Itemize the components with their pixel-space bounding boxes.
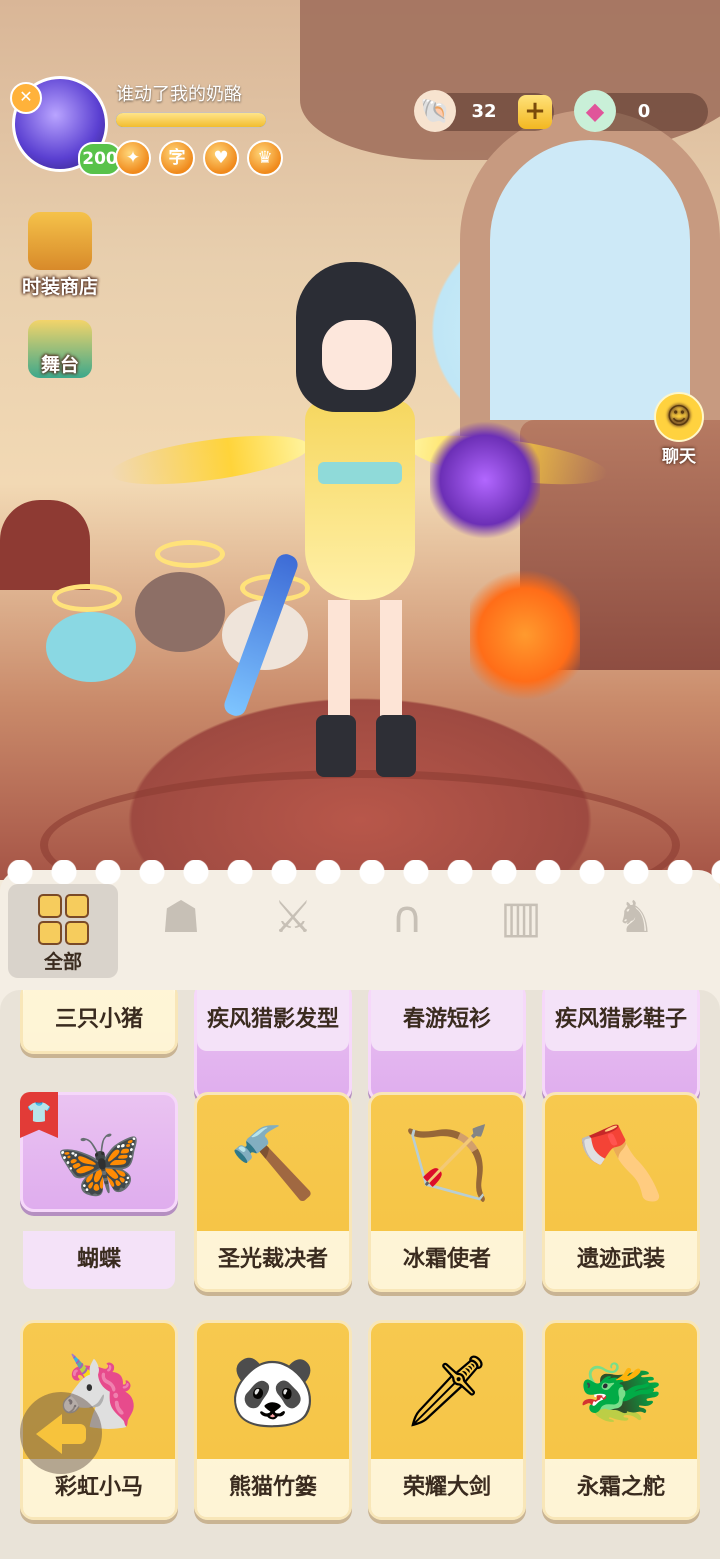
pet-icon: ♞: [615, 892, 655, 943]
axe-icon: 🪓: [577, 1121, 665, 1204]
character-face: [322, 320, 392, 390]
item-label: 冰霜使者: [371, 1231, 523, 1289]
tab-all-label: 全部: [43, 951, 82, 973]
player-name: 谁动了我的奶酪: [116, 84, 242, 105]
word-medal-icon[interactable]: 字: [159, 140, 195, 176]
character-boot: [376, 715, 416, 777]
tab-clothes[interactable]: ▥: [466, 884, 576, 978]
gem-amount: 0: [637, 101, 651, 122]
tab-hair[interactable]: ∩: [352, 884, 462, 978]
exp-bar: [115, 112, 267, 128]
player-avatar[interactable]: ✕ 200: [10, 76, 122, 176]
hammer-icon: 🔨: [229, 1121, 317, 1204]
chat-label: 聊天: [662, 447, 696, 467]
item-label: 疾风猎影鞋子: [545, 990, 697, 1051]
shop-icon: [28, 212, 92, 270]
stage-button[interactable]: 舞台: [8, 320, 112, 378]
item-card-frost-helm[interactable]: 🐲 永霜之舵: [542, 1320, 700, 1520]
weapon-icon: ⚔: [273, 892, 313, 943]
item-card[interactable]: 春游短衫: [368, 990, 526, 1102]
crown-medal-icon[interactable]: ♛: [247, 140, 283, 176]
hair-icon: ∩: [390, 892, 424, 943]
greatsword-icon: 🗡: [402, 1349, 492, 1432]
item-label: 遗迹武装: [545, 1231, 697, 1289]
currency-shells: 🐚 32 +: [414, 90, 554, 132]
fashion-shop-button[interactable]: 时装商店: [8, 212, 112, 299]
stage-label: 舞台: [40, 354, 79, 376]
character-leg: [380, 600, 402, 720]
character-boot: [316, 715, 356, 777]
item-card-frost-envoy[interactable]: 🏹 冰霜使者: [368, 1092, 526, 1292]
character-body: [305, 400, 415, 600]
bamboo-basket-icon: 🐼: [229, 1349, 317, 1432]
item-grid[interactable]: 三只小猪 疾风猎影发型 春游短衫 疾风猎影鞋子 👕 🦋 蝴蝶 🔨 圣光裁决者 🏹…: [0, 990, 720, 1559]
item-card-butterfly[interactable]: 👕 🦋 蝴蝶: [20, 1092, 178, 1289]
tab-pet[interactable]: ♞: [580, 884, 690, 978]
star-medal-icon[interactable]: ✦: [115, 140, 151, 176]
gem-icon: ◆: [574, 90, 616, 132]
character-sash: [318, 462, 402, 484]
item-label: 三只小猪: [23, 990, 175, 1051]
item-label: 荣耀大剑: [371, 1459, 523, 1517]
fire-effect: [470, 560, 580, 710]
shell-icon: 🐚: [414, 90, 456, 132]
frost-helm-icon: 🐲: [577, 1349, 665, 1432]
item-label: 圣光裁决者: [197, 1231, 349, 1289]
item-label: 疾风猎影发型: [197, 990, 349, 1051]
item-card-glory-sword[interactable]: 🗡 荣耀大剑: [368, 1320, 526, 1520]
item-card-panda-basket[interactable]: 🐼 熊猫竹篓: [194, 1320, 352, 1520]
halo-icon: [155, 540, 225, 568]
tab-mask[interactable]: ☗: [126, 884, 236, 978]
chat-bubble-icon: ☺: [654, 392, 704, 442]
pet-boar-brown: [135, 572, 225, 652]
item-label: 蝴蝶: [23, 1231, 175, 1289]
back-arrow-icon: [36, 1414, 62, 1454]
tab-weapon[interactable]: ⚔: [238, 884, 348, 978]
item-card[interactable]: 疾风猎影发型: [194, 990, 352, 1102]
purple-magic-effect: [430, 420, 540, 540]
chat-button[interactable]: ☺ 聊天: [644, 392, 714, 467]
mask-icon: ☗: [161, 892, 201, 943]
bench-decoration: [0, 500, 90, 590]
exp-bar-fill: [116, 113, 266, 127]
clothes-icon: ▥: [500, 892, 542, 943]
item-card[interactable]: 三只小猪: [20, 990, 178, 1054]
add-currency-button[interactable]: +: [518, 95, 552, 129]
halo-icon: [52, 584, 122, 612]
medal-row: ✦ 字 ♥ ♛: [115, 140, 283, 176]
back-arrow-tail: [60, 1424, 86, 1444]
currency-gems: ◆ 0: [574, 90, 708, 132]
item-label: 熊猫竹篓: [197, 1459, 349, 1517]
pet-pig-blue: [46, 612, 136, 682]
vip-badge-icon: ✕: [10, 82, 42, 114]
bow-icon: 🏹: [403, 1121, 491, 1204]
item-label: 春游短衫: [371, 990, 523, 1051]
back-button[interactable]: [20, 1392, 102, 1474]
shield-medal-icon[interactable]: ♥: [203, 140, 239, 176]
character-leg: [328, 600, 350, 720]
left-wing: [108, 426, 312, 494]
grid-icon: [37, 894, 89, 945]
fashion-shop-label: 时装商店: [21, 276, 98, 298]
shell-amount: 32: [471, 101, 497, 122]
item-card-relic-armament[interactable]: 🪓 遗迹武装: [542, 1092, 700, 1292]
tab-all[interactable]: 全部: [8, 884, 118, 978]
wardrobe-panel: 全部 ☗ ⚔ ∩ ▥ ♞ 三只小猪 疾风猎影发型 春游短衫 疾风猎影鞋子 👕 🦋…: [0, 860, 720, 1559]
item-card[interactable]: 疾风猎影鞋子: [542, 990, 700, 1102]
category-tabs: 全部 ☗ ⚔ ∩ ▥ ♞: [8, 884, 720, 980]
item-label: 永霜之舵: [545, 1459, 697, 1517]
item-card-holy-judge[interactable]: 🔨 圣光裁决者: [194, 1092, 352, 1292]
